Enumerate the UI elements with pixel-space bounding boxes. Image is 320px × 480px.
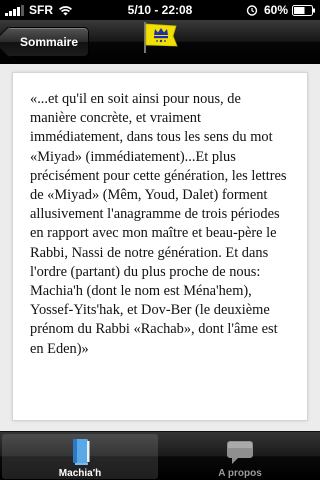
back-button-label: Sommaire [20,35,79,49]
status-right: 60% [246,3,316,17]
alarm-clock-icon [246,5,258,16]
tab-label: A propos [218,468,262,479]
quote-text: «...et qu'il en soit ainsi pour nous, de… [30,91,287,357]
tab-machiah[interactable]: Machia'h [2,434,158,479]
tab-label: Machia'h [58,468,102,479]
battery-icon [292,4,315,16]
book-icon [73,439,90,465]
tab-a-propos[interactable]: A propos [162,434,318,479]
battery-percent: 60% [263,3,288,17]
yellow-flag-crown-icon [144,22,178,53]
back-button[interactable]: Sommaire [5,27,90,57]
tab-bar: Machia'h A propos [0,431,320,480]
status-bar: SFR 5/10 - 22:08 60% [0,0,320,20]
speech-bubble-icon [227,441,253,464]
content-card: «...et qu'il en soit ainsi pour nous, de… [12,72,308,421]
